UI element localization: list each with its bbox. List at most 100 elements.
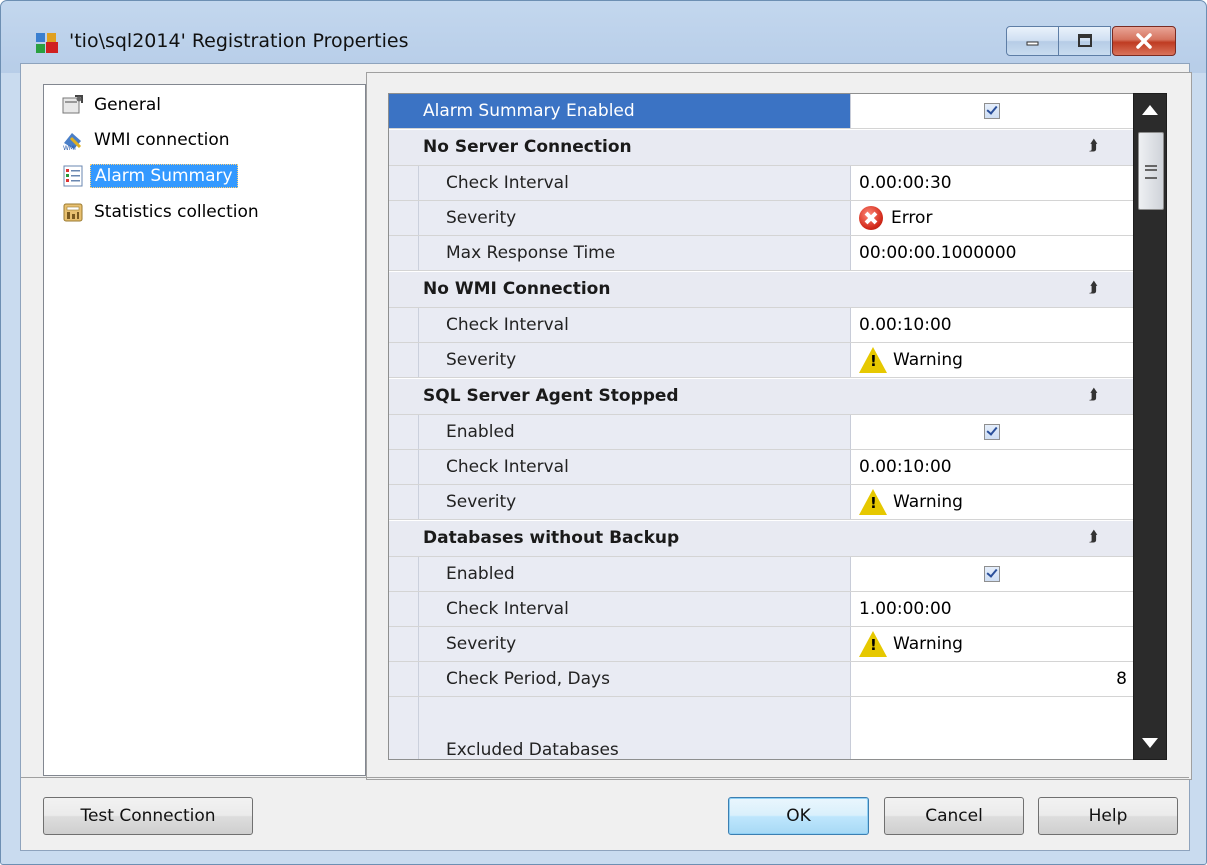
category-title: Databases without Backup — [423, 528, 680, 548]
property-label: Check Interval — [419, 166, 851, 200]
nav-item-label: Alarm Summary — [90, 164, 238, 188]
property-row[interactable]: Check Interval 0.00:00:30 — [389, 166, 1133, 201]
severity-value: Warning — [893, 492, 963, 512]
property-row[interactable]: Check Interval 1.00:00:00 — [389, 592, 1133, 627]
property-value[interactable]: 0.00:10:00 — [851, 308, 1133, 342]
severity-value: Error — [891, 208, 933, 228]
property-row[interactable]: Enabled — [389, 557, 1133, 592]
scroll-up-icon[interactable] — [1142, 105, 1158, 115]
window-title: 'tio\sql2014' Registration Properties — [69, 30, 409, 52]
property-row[interactable]: Check Interval 0.00:10:00 — [389, 308, 1133, 343]
property-value[interactable]: 0.00:00:30 — [851, 166, 1133, 200]
category-title: No WMI Connection — [423, 279, 611, 299]
enabled-checkbox[interactable] — [984, 566, 1000, 582]
warning-icon: ! — [859, 631, 887, 657]
svg-text:WMI: WMI — [63, 145, 76, 151]
error-icon — [859, 206, 883, 230]
property-value[interactable]: ! Warning — [851, 343, 1133, 377]
minimize-icon — [1026, 41, 1038, 46]
footer-divider — [21, 777, 1189, 778]
property-value[interactable] — [851, 415, 1133, 449]
property-grid[interactable]: Alarm Summary Enabled No Server Connecti… — [388, 93, 1134, 760]
collapse-icon[interactable]: ⮭ — [1089, 385, 1098, 403]
collapse-icon[interactable]: ⮭ — [1089, 136, 1098, 154]
nav-item-general[interactable]: General — [62, 90, 165, 120]
test-connection-button[interactable]: Test Connection — [43, 797, 253, 835]
nav-item-label: WMI connection — [94, 130, 230, 150]
property-value[interactable] — [851, 557, 1133, 591]
property-row[interactable]: Severity ! Warning — [389, 343, 1133, 378]
scrollbar-thumb[interactable] — [1138, 132, 1164, 210]
dialog-window: 'tio\sql2014' Registration Properties Ge… — [0, 0, 1207, 865]
nav-item-label: General — [94, 95, 161, 115]
minimize-button[interactable] — [1006, 26, 1059, 56]
category-title: No Server Connection — [423, 137, 632, 157]
warning-icon: ! — [859, 489, 887, 515]
property-label: Enabled — [419, 557, 851, 591]
enabled-checkbox[interactable] — [984, 424, 1000, 440]
maximize-icon — [1077, 34, 1092, 47]
property-value[interactable]: 8 — [851, 662, 1133, 696]
close-button[interactable] — [1112, 26, 1176, 56]
property-value[interactable] — [851, 94, 1133, 128]
property-value[interactable]: ! Warning — [851, 627, 1133, 661]
property-value[interactable]: Error — [851, 201, 1133, 235]
property-row[interactable]: Check Period, Days 8 — [389, 662, 1133, 697]
general-icon — [62, 94, 84, 116]
cancel-button[interactable]: Cancel — [884, 797, 1024, 835]
property-value[interactable]: ! Warning — [851, 485, 1133, 519]
property-row[interactable]: Severity ! Warning — [389, 485, 1133, 520]
category-no-server-connection[interactable]: No Server Connection ⮭ — [389, 129, 1133, 166]
category-no-wmi-connection[interactable]: No WMI Connection ⮭ — [389, 271, 1133, 308]
alarm-summary-icon — [62, 165, 84, 187]
property-label: Check Interval — [419, 592, 851, 626]
property-value[interactable]: 00:00:00.1000000 — [851, 236, 1133, 270]
wmi-connection-icon: WMI — [62, 129, 84, 152]
nav-item-wmi-connection[interactable]: WMI WMI connection — [62, 125, 234, 155]
property-label: Excluded Databases — [419, 697, 851, 759]
property-value[interactable]: 1.00:00:00 — [851, 592, 1133, 626]
property-row[interactable]: Severity Error — [389, 201, 1133, 236]
property-label: Check Interval — [419, 308, 851, 342]
property-value[interactable]: 0.00:10:00 — [851, 450, 1133, 484]
dialog-client-area: General WMI WMI connection Alarm Summary… — [20, 63, 1192, 851]
category-sql-server-agent-stopped[interactable]: SQL Server Agent Stopped ⮭ — [389, 378, 1133, 415]
property-label: Severity — [419, 343, 851, 377]
nav-item-statistics-collection[interactable]: Statistics collection — [62, 197, 263, 227]
property-label: Severity — [419, 201, 851, 235]
help-button[interactable]: Help — [1038, 797, 1178, 835]
close-icon — [1136, 33, 1152, 49]
ok-button[interactable]: OK — [728, 797, 869, 835]
property-label: Check Period, Days — [419, 662, 851, 696]
maximize-button[interactable] — [1059, 26, 1111, 56]
scroll-down-icon[interactable] — [1142, 738, 1158, 748]
property-row[interactable]: Max Response Time 00:00:00.1000000 — [389, 236, 1133, 271]
nav-item-label: Statistics collection — [94, 202, 259, 222]
property-label: Enabled — [419, 415, 851, 449]
category-title: SQL Server Agent Stopped — [423, 386, 679, 406]
statistics-collection-icon — [62, 201, 84, 223]
property-row[interactable]: Enabled — [389, 415, 1133, 450]
property-value[interactable] — [851, 697, 1133, 759]
property-row[interactable]: Check Interval 0.00:10:00 — [389, 450, 1133, 485]
collapse-icon[interactable]: ⮭ — [1089, 527, 1098, 545]
alarm-summary-enabled-checkbox[interactable] — [984, 103, 1000, 119]
collapse-icon[interactable]: ⮭ — [1089, 278, 1098, 296]
app-icon — [36, 33, 58, 53]
property-row[interactable]: Severity ! Warning — [389, 627, 1133, 662]
category-navigation: General WMI WMI connection Alarm Summary… — [43, 84, 366, 776]
property-label: Severity — [419, 627, 851, 661]
property-row-alarm-summary-enabled[interactable]: Alarm Summary Enabled — [389, 94, 1133, 129]
properties-panel: Alarm Summary Enabled No Server Connecti… — [366, 72, 1192, 780]
warning-icon: ! — [859, 347, 887, 373]
property-label: Check Interval — [419, 450, 851, 484]
property-label: Alarm Summary Enabled — [389, 94, 851, 128]
property-row[interactable]: Excluded Databases — [389, 697, 1133, 759]
severity-value: Warning — [893, 350, 963, 370]
nav-item-alarm-summary[interactable]: Alarm Summary — [62, 161, 238, 191]
category-databases-without-backup[interactable]: Databases without Backup ⮭ — [389, 520, 1133, 557]
vertical-scrollbar[interactable] — [1133, 93, 1167, 760]
property-label: Max Response Time — [419, 236, 851, 270]
severity-value: Warning — [893, 634, 963, 654]
property-label: Severity — [419, 485, 851, 519]
